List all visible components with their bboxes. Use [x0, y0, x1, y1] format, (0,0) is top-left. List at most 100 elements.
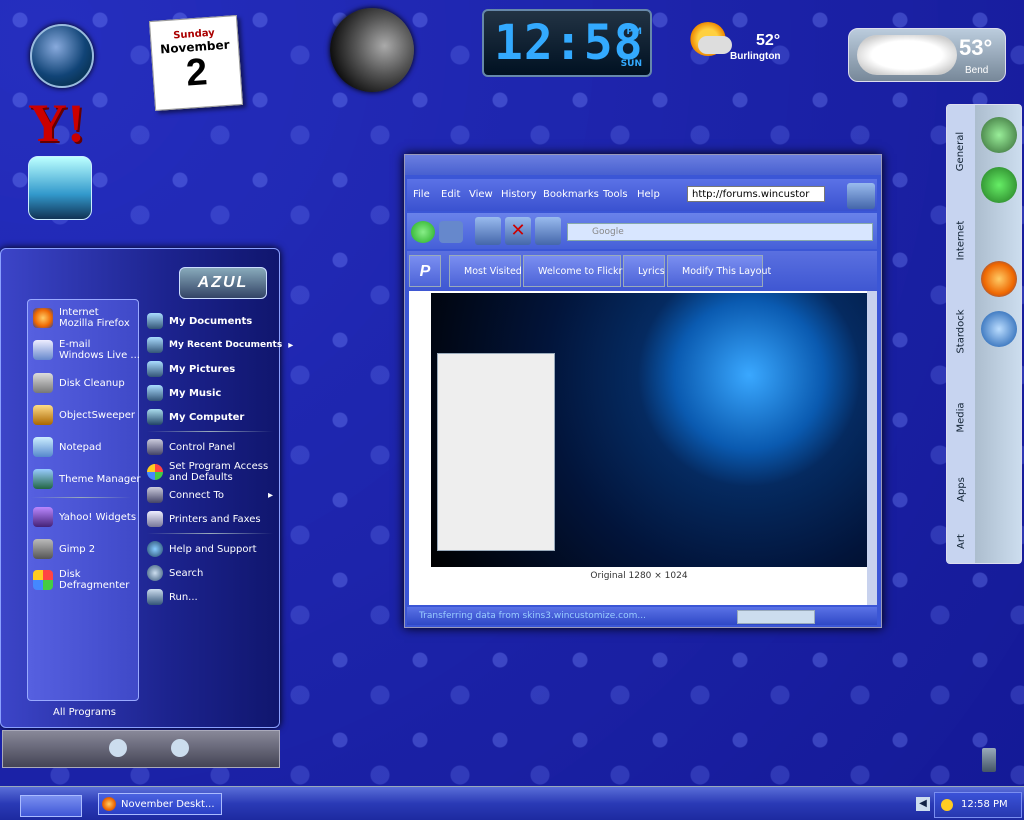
firefox-window: File Edit View History Bookmarks Tools H…	[404, 154, 882, 628]
yahoo-icon[interactable]: Y!	[28, 92, 85, 154]
recent-documents-icon	[147, 337, 163, 353]
cube-widget-icon[interactable]	[28, 156, 92, 220]
calendar-day: 2	[184, 51, 209, 95]
menu-view[interactable]: View	[469, 189, 493, 200]
program-access-icon	[147, 464, 163, 480]
menu-help[interactable]: Help	[637, 189, 660, 200]
recycle-bin-icon[interactable]	[982, 748, 996, 772]
tab-media[interactable]: Media	[947, 377, 975, 457]
menu-item-firefox[interactable]: Internet Mozilla Firefox	[33, 307, 130, 329]
menu-item-email[interactable]: E-mail Windows Live ...	[33, 339, 140, 361]
menu-item-gimp[interactable]: Gimp 2	[33, 539, 95, 559]
menu-file[interactable]: File	[413, 189, 430, 200]
clock-weekday: SUN	[620, 59, 642, 69]
start-menu: AZUL Internet Mozilla Firefox E-mail Windo…	[0, 248, 293, 728]
start-button[interactable]	[20, 795, 82, 817]
menu-item-my-computer[interactable]: My Computer	[147, 409, 244, 425]
add-tab-button[interactable]	[847, 183, 875, 209]
menu-item-recent-documents[interactable]: My Recent Documents ▸	[147, 337, 293, 353]
desktop-screenshot-image[interactable]	[431, 293, 867, 567]
forward-button[interactable]	[439, 221, 463, 243]
menu-item-disk-cleanup[interactable]: Disk Cleanup	[33, 373, 125, 393]
tab-art[interactable]: Art	[947, 521, 975, 561]
vertical-scrollbar[interactable]	[867, 291, 877, 605]
run-icon	[147, 589, 163, 605]
p-toolbar-icon[interactable]: P	[409, 255, 441, 287]
key-icon[interactable]	[109, 739, 127, 757]
tray-expand-icon[interactable]: ◀	[916, 797, 930, 811]
stop-button[interactable]: ✕	[505, 217, 531, 245]
weather-widget-burlington[interactable]: 52° Burlington	[690, 22, 790, 72]
menu-item-theme-manager[interactable]: Theme Manager	[33, 469, 141, 489]
menu-item-help[interactable]: Help and Support	[147, 541, 257, 557]
menu-item-label: Set Program Access	[169, 461, 269, 472]
network-icon	[147, 487, 163, 503]
system-tray: 12:58 PM	[934, 792, 1022, 818]
chat-icon[interactable]	[981, 167, 1017, 203]
progress-bar	[737, 610, 815, 624]
url-bar[interactable]: http://forums.wincustor	[687, 186, 825, 202]
internet-explorer-icon[interactable]	[981, 311, 1017, 347]
menu-item-connect-to[interactable]: Connect To ▸	[147, 487, 273, 503]
menu-item-sublabel: Mozilla Firefox	[59, 318, 130, 329]
tab-label: Internet	[955, 220, 967, 260]
bookmark-lyrics[interactable]: Lyrics	[623, 255, 665, 287]
control-panel-icon	[147, 439, 163, 455]
menu-item-control-panel[interactable]: Control Panel	[147, 439, 235, 455]
menu-bookmarks[interactable]: Bookmarks	[543, 189, 599, 200]
bookmark-most-visited[interactable]: Most Visited	[449, 255, 522, 287]
help-icon	[147, 541, 163, 557]
menu-item-my-music[interactable]: My Music	[147, 385, 221, 401]
broom-icon	[33, 405, 53, 425]
notepad-icon	[33, 437, 53, 457]
menu-item-my-pictures[interactable]: My Pictures	[147, 361, 235, 377]
menu-item-label: Disk Cleanup	[59, 377, 125, 389]
calendar-widget[interactable]: Sunday November 2	[148, 15, 244, 111]
clock-widget[interactable]: 12:58 PM SUN	[482, 9, 652, 77]
weather-widget-bend[interactable]: 53° Bend	[848, 28, 1006, 82]
menu-item-label: Run...	[169, 591, 198, 603]
all-programs-label: All Programs	[53, 707, 116, 718]
menu-item-sublabel: and Defaults	[169, 472, 233, 483]
tray-clock[interactable]: 12:58 PM	[961, 793, 1008, 817]
window-titlebar[interactable]	[405, 155, 881, 175]
reload-button[interactable]	[475, 217, 501, 245]
home-button[interactable]	[535, 217, 561, 245]
mini-start-menu-image	[437, 353, 555, 551]
gimp-icon	[33, 539, 53, 559]
menu-item-my-documents[interactable]: My Documents	[147, 313, 252, 329]
windows-orb-icon[interactable]	[30, 24, 94, 88]
all-programs-button[interactable]: All Programs	[53, 707, 116, 718]
menu-item-objectsweeper[interactable]: ObjectSweeper	[33, 405, 135, 425]
tab-internet[interactable]: Internet	[947, 195, 975, 285]
menu-item-program-access[interactable]: Set Program Access and Defaults	[147, 461, 268, 483]
bookmark-modify-layout[interactable]: Modify This Layout	[667, 255, 771, 287]
bookmark-flickr[interactable]: Welcome to Flickr!	[523, 255, 626, 287]
menu-item-run[interactable]: Run...	[147, 589, 198, 605]
tab-general[interactable]: General	[947, 113, 975, 189]
menu-item-label: Control Panel	[169, 441, 236, 453]
menu-tools[interactable]: Tools	[603, 189, 628, 200]
tab-label: Media	[955, 401, 967, 433]
firefox-icon[interactable]	[981, 261, 1017, 297]
messenger-tray-icon[interactable]	[941, 799, 953, 811]
menu-item-defragmenter[interactable]: Disk Defragmenter	[33, 569, 129, 591]
messenger-icon[interactable]	[981, 117, 1017, 153]
email-icon	[33, 340, 53, 360]
weather-city: Bend	[965, 65, 989, 76]
taskbar-item-firefox[interactable]: November Deskt...	[98, 793, 222, 815]
pictures-icon	[147, 361, 163, 377]
menu-history[interactable]: History	[501, 189, 537, 200]
menu-edit[interactable]: Edit	[441, 189, 460, 200]
tab-apps[interactable]: Apps	[947, 461, 975, 517]
menu-item-notepad[interactable]: Notepad	[33, 437, 102, 457]
theme-manager-icon	[33, 469, 53, 489]
moon-phase-widget[interactable]	[330, 8, 414, 92]
search-input[interactable]: Google	[567, 223, 873, 241]
power-icon[interactable]	[171, 739, 189, 757]
tab-stardock[interactable]: Stardock	[947, 291, 975, 371]
menu-item-search[interactable]: Search	[147, 565, 203, 581]
back-button[interactable]	[411, 221, 435, 243]
menu-item-printers[interactable]: Printers and Faxes	[147, 511, 261, 527]
menu-item-yahoo-widgets[interactable]: Yahoo! Widgets	[33, 507, 136, 527]
